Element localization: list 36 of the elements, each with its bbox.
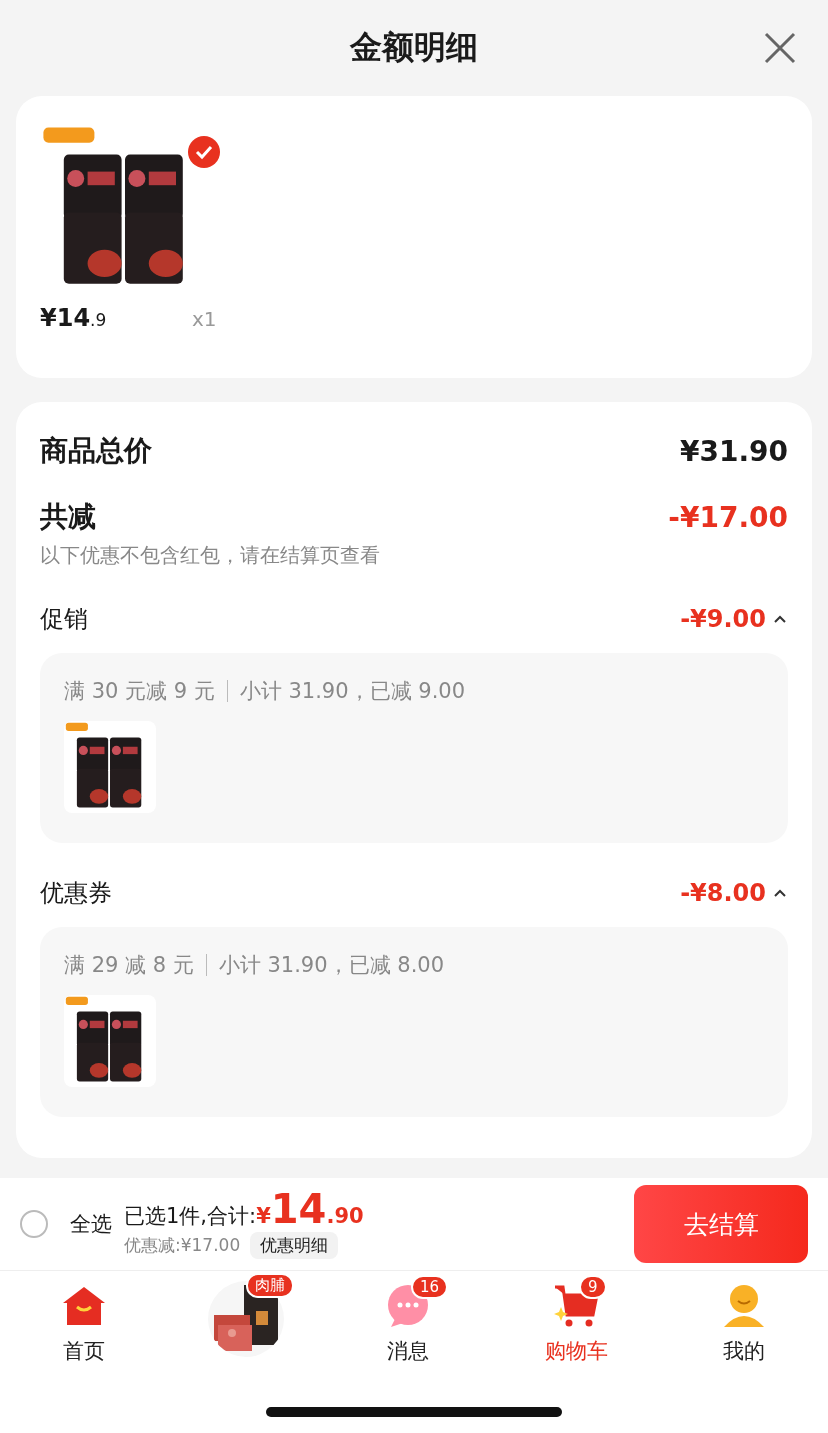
- saving-amount: 优惠减:¥17.00: [124, 1234, 241, 1257]
- count-badge: 9: [579, 1275, 607, 1299]
- checkmark-icon[interactable]: [188, 136, 220, 168]
- tab-item[interactable]: 首页: [0, 1271, 168, 1381]
- chevron-up-icon[interactable]: [772, 613, 788, 625]
- total-label: 商品总价: [40, 433, 152, 469]
- discount-rule: 满 29 减 8 元: [64, 952, 194, 979]
- discount-rule: 满 30 元减 9 元: [64, 678, 215, 705]
- discount-amount: -¥9.00: [680, 605, 766, 633]
- discount-label: 促销: [40, 604, 88, 635]
- product-price: ¥14.9: [40, 304, 108, 332]
- discount-label: 优惠券: [40, 878, 112, 909]
- total-amount: ¥31.90: [679, 434, 788, 468]
- total-price: 14: [270, 1189, 327, 1229]
- select-all-label[interactable]: 全选: [70, 1210, 112, 1238]
- discount-amount: -¥8.00: [680, 879, 766, 907]
- close-icon[interactable]: [762, 30, 798, 66]
- tab-item[interactable]: 9 购物车: [492, 1271, 660, 1381]
- discount-note: 以下优惠不包含红包，请在结算页查看: [40, 542, 381, 569]
- select-all-radio[interactable]: [20, 1210, 48, 1238]
- discount-subtotal: 小计 31.90，已减 9.00: [239, 678, 466, 705]
- checkout-button[interactable]: 去结算: [634, 1185, 808, 1263]
- selected-summary: 已选1件,合计:: [124, 1203, 257, 1230]
- count-badge: 16: [411, 1275, 449, 1299]
- sheet-title: 金额明细: [350, 27, 478, 68]
- tab-item[interactable]: 我的: [660, 1271, 828, 1381]
- quantity: x1: [192, 307, 217, 331]
- promo-badge: 肉脯: [246, 1273, 294, 1298]
- total-price-decimal: .90: [326, 1204, 364, 1228]
- discount-detail-button[interactable]: 优惠明细: [250, 1232, 339, 1259]
- tab-item[interactable]: 16 消息: [324, 1271, 492, 1381]
- reduction-label: 共减: [40, 499, 96, 535]
- reduction-amount: -¥17.00: [668, 500, 788, 534]
- discount-subtotal: 小计 31.90，已减 8.00: [218, 952, 445, 979]
- currency-symbol: ¥: [256, 1204, 271, 1228]
- chevron-up-icon[interactable]: [772, 887, 788, 899]
